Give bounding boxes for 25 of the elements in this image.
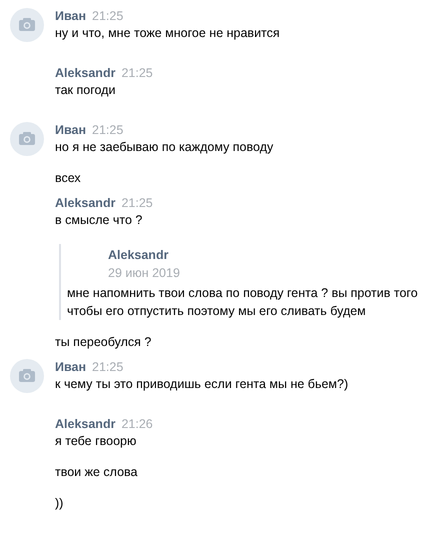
quote-text: мне напомнить твои слова по поводу гента ? вы против того чтобы его отпустить поэтому мы его сливать будем [67, 285, 419, 320]
author-name[interactable]: Aleksandr [55, 416, 116, 432]
message-text: ты переобулся ? [55, 334, 152, 351]
author-name[interactable]: Иван [55, 359, 86, 375]
message-time: 21:25 [92, 122, 124, 138]
author-name[interactable]: Иван [55, 122, 86, 138]
message-time: 21:25 [92, 359, 124, 375]
message-text: в смысле что ? [55, 212, 144, 229]
author-name[interactable]: Aleksandr [55, 195, 116, 211]
quote-author: Aleksandr [107, 247, 170, 264]
message-text: к чему ты это приводишь если гента мы не бьем?) [55, 376, 350, 393]
message-text: ну и что, мне тоже многое не нравится [55, 25, 281, 42]
message-time: 21:25 [121, 65, 153, 81]
author-name[interactable]: Aleksandr [55, 65, 116, 81]
message-text: но я не заебываю по каждому поводу [55, 139, 274, 156]
message-text: )) [55, 495, 64, 512]
message-text: я тебе гвоорю [55, 433, 138, 450]
message-text: твои же слова [55, 464, 139, 481]
message-text: всех [55, 170, 82, 187]
message-time: 21:25 [121, 195, 153, 211]
quote-date: 29 июн 2019 [107, 265, 181, 282]
message-time: 21:25 [92, 8, 124, 24]
message-text: так погоди [55, 82, 116, 99]
author-name[interactable]: Иван [55, 8, 86, 24]
message-time: 21:26 [121, 416, 153, 432]
